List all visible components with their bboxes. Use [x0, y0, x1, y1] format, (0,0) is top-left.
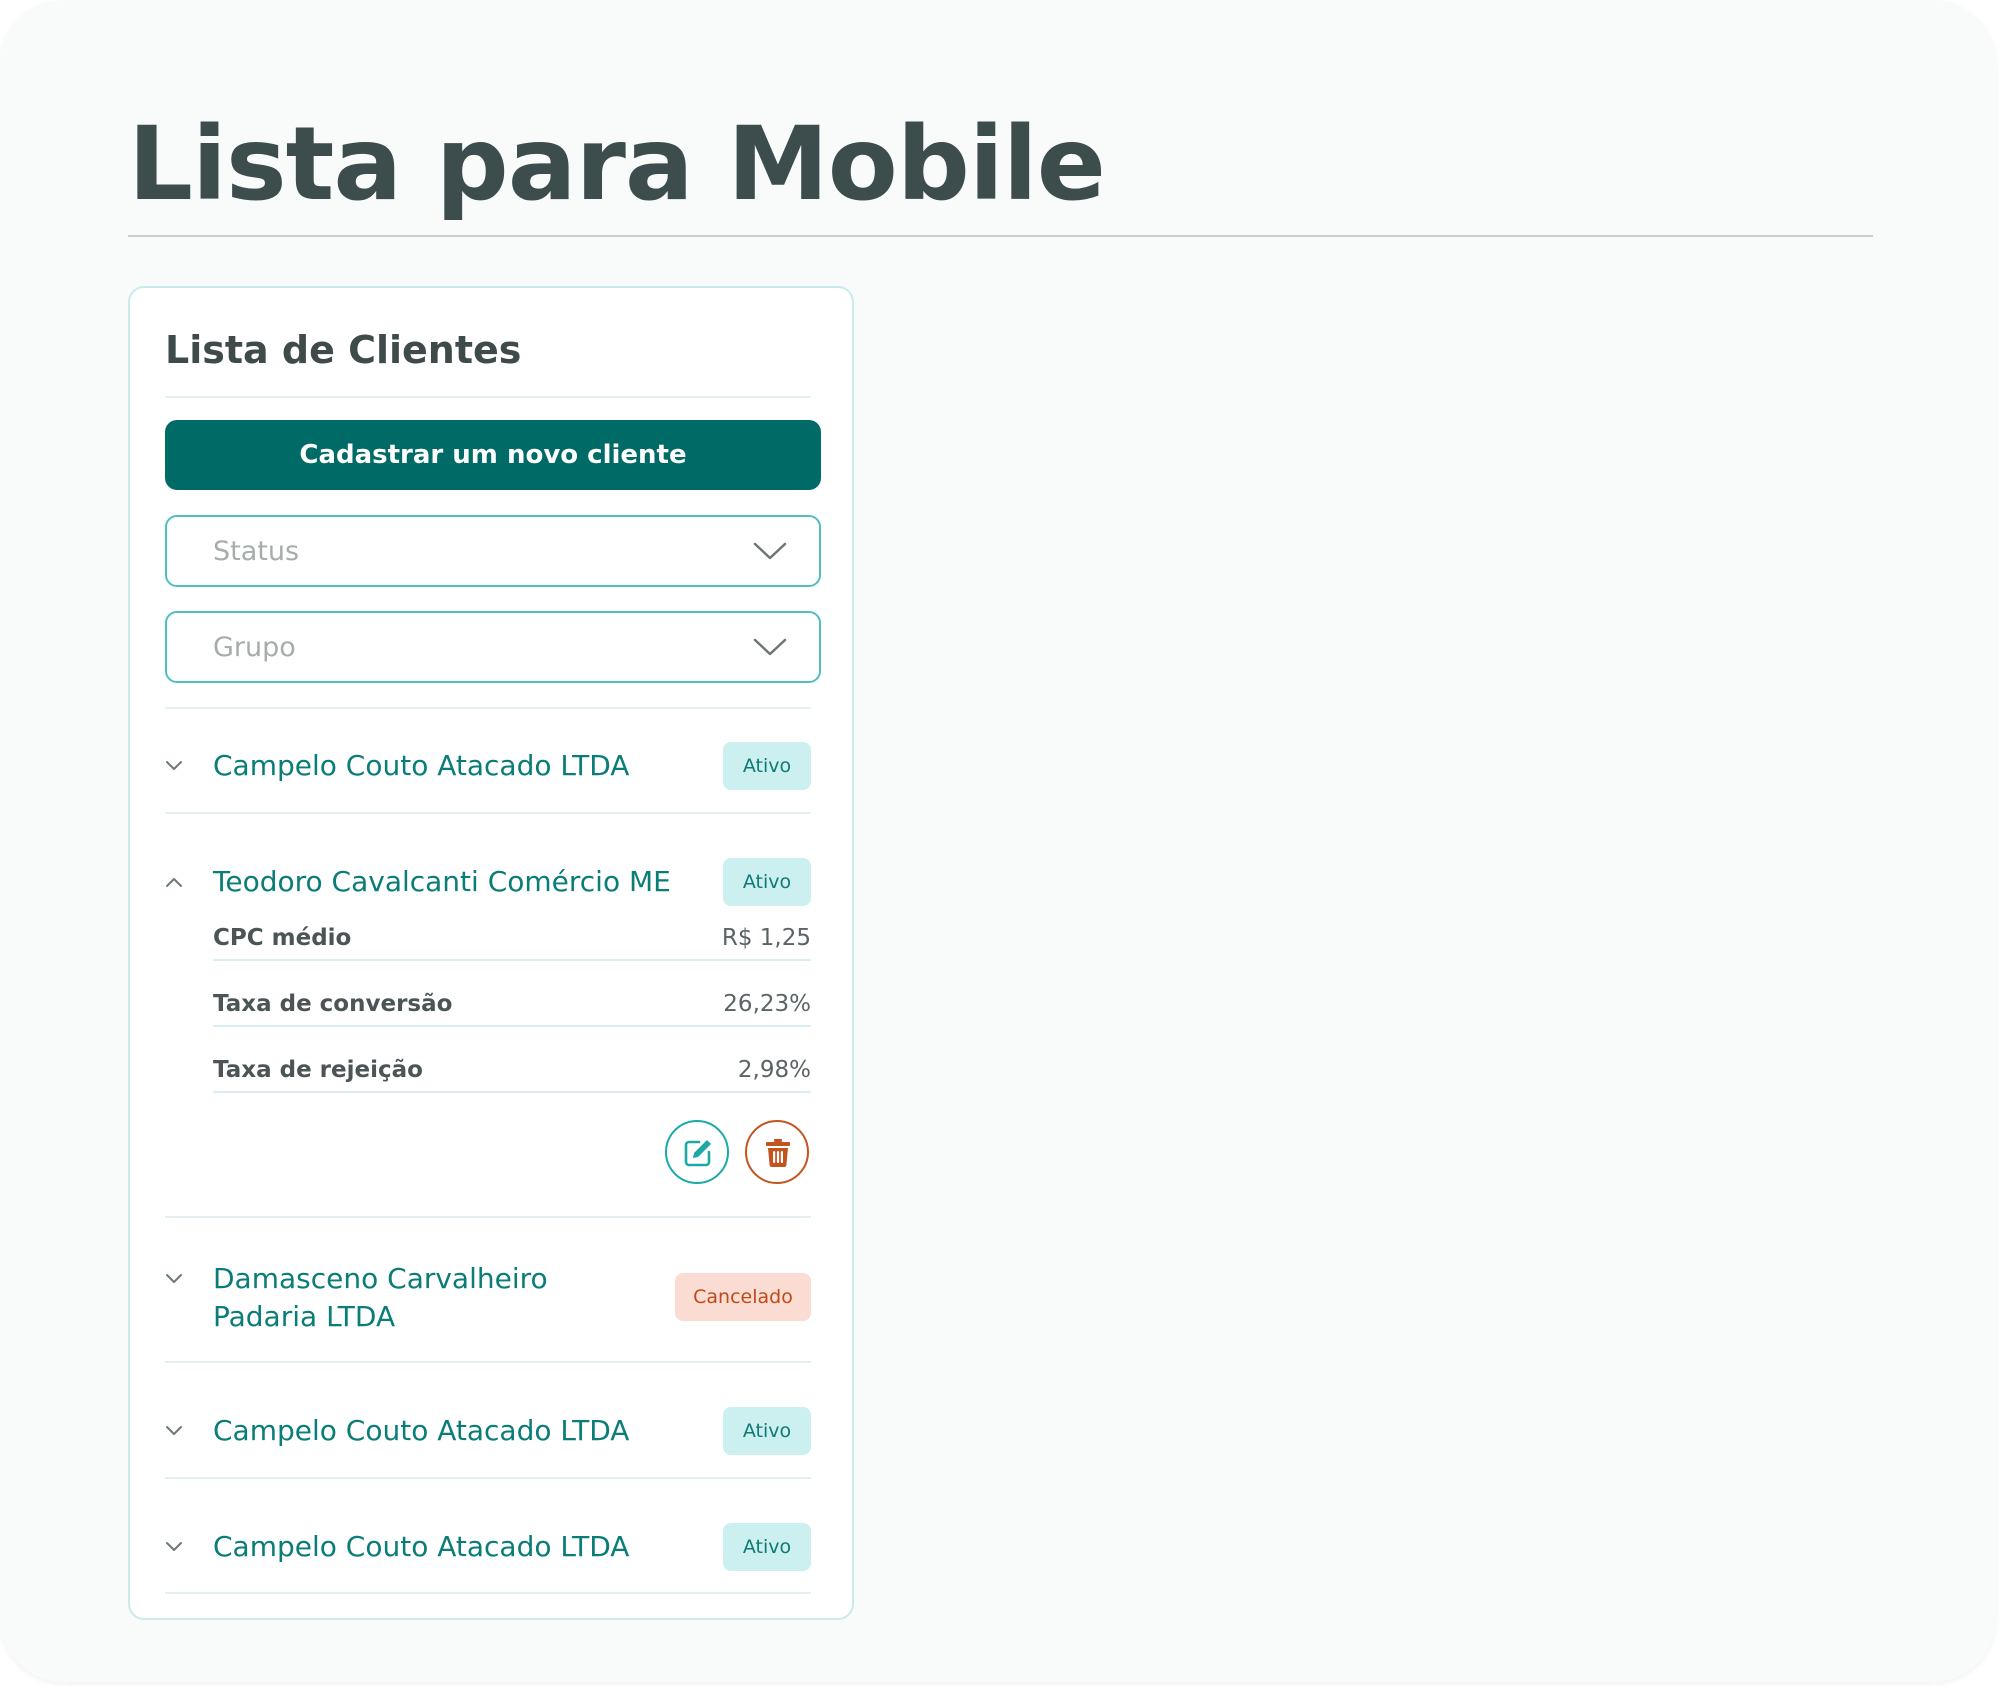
chevron-down-icon [166, 1426, 182, 1435]
list-divider [165, 1361, 811, 1363]
edit-icon [684, 1140, 711, 1167]
detail-label: Taxa de rejeição [213, 1057, 423, 1083]
list-divider [165, 1592, 811, 1594]
client-name-line-2: Padaria LTDA [213, 1300, 396, 1333]
chevron-down-icon [166, 1274, 182, 1283]
title-divider [128, 235, 1873, 237]
status-badge: Cancelado [675, 1273, 811, 1321]
status-select[interactable]: Status [165, 515, 821, 587]
detail-row-conversion: Taxa de conversão 26,23% [213, 987, 811, 1027]
detail-row-rejection: Taxa de rejeição 2,98% [213, 1053, 811, 1093]
status-select-placeholder: Status [213, 536, 300, 567]
detail-value: 2,98% [737, 1057, 811, 1083]
status-badge: Ativo [723, 858, 811, 906]
detail-value: 26,23% [723, 991, 811, 1017]
client-name: Campelo Couto Atacado LTDA [213, 1530, 630, 1563]
chevron-down-icon [753, 542, 787, 560]
page-title: Lista para Mobile [128, 105, 1106, 224]
group-select[interactable]: Grupo [165, 611, 821, 683]
client-row[interactable]: Campelo Couto Atacado LTDA Ativo [165, 1398, 811, 1464]
client-row[interactable]: Damasceno Carvalheiro Padaria LTDA Cance… [165, 1246, 811, 1346]
status-badge: Ativo [723, 1523, 811, 1571]
chevron-up-icon [166, 878, 182, 887]
chevron-down-icon [753, 638, 787, 656]
list-divider [165, 1216, 811, 1218]
trash-icon [766, 1139, 790, 1167]
list-divider [165, 1477, 811, 1479]
client-list-card: Lista de Clientes Cadastrar um novo clie… [128, 286, 854, 1620]
status-badge: Ativo [723, 1407, 811, 1455]
card-title: Lista de Clientes [165, 328, 522, 372]
chevron-down-icon [166, 1542, 182, 1551]
edit-button[interactable] [665, 1120, 729, 1184]
status-badge: Ativo [723, 742, 811, 790]
client-name: Campelo Couto Atacado LTDA [213, 749, 630, 782]
client-name-line-1: Damasceno Carvalheiro [213, 1262, 548, 1295]
detail-label: Taxa de conversão [213, 991, 453, 1017]
card-title-divider [165, 396, 811, 398]
client-row-expanded[interactable]: Teodoro Cavalcanti Comércio ME Ativo [165, 849, 811, 915]
delete-button[interactable] [745, 1120, 809, 1184]
detail-value: R$ 1,25 [721, 925, 811, 951]
list-divider [165, 707, 811, 709]
page-frame: Lista para Mobile Lista de Clientes Cada… [0, 0, 1996, 1682]
group-select-placeholder: Grupo [213, 632, 296, 663]
new-client-button[interactable]: Cadastrar um novo cliente [165, 420, 821, 490]
client-row[interactable]: Campelo Couto Atacado LTDA Ativo [165, 733, 811, 799]
list-divider [165, 812, 811, 814]
detail-label: CPC médio [213, 925, 352, 951]
chevron-down-icon [166, 761, 182, 770]
detail-row-cpc: CPC médio R$ 1,25 [213, 921, 811, 961]
client-row[interactable]: Campelo Couto Atacado LTDA Ativo [165, 1514, 811, 1580]
client-name: Campelo Couto Atacado LTDA [213, 1414, 630, 1447]
client-name: Teodoro Cavalcanti Comércio ME [213, 865, 671, 898]
